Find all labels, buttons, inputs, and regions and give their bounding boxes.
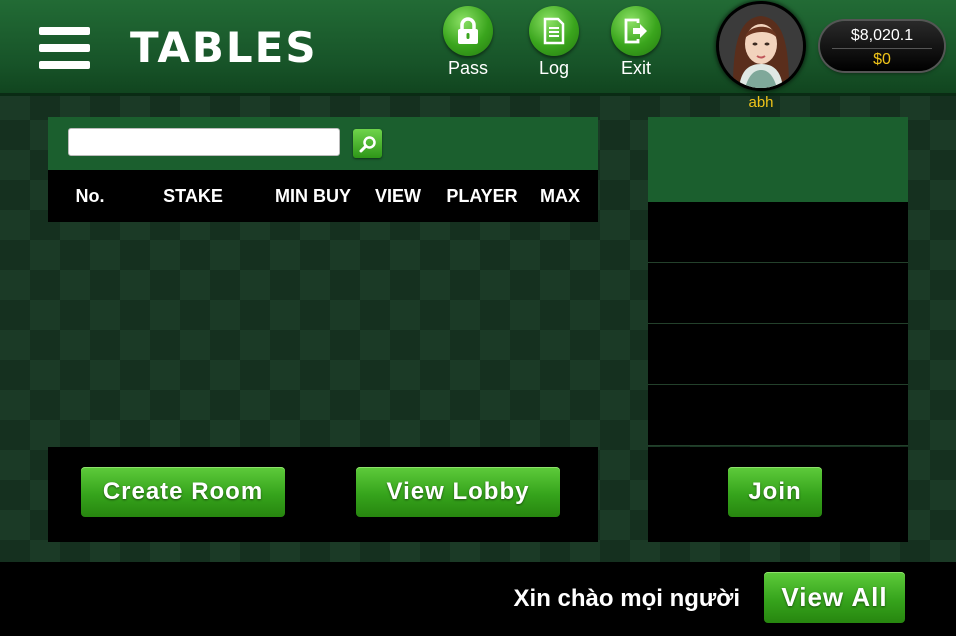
money-amount: $8,020.1 (850, 27, 914, 44)
player-panel-header (648, 117, 908, 202)
chips-amount: $0 (873, 51, 891, 68)
column-header-max[interactable]: MAX (532, 170, 588, 222)
column-header-no[interactable]: No. (48, 170, 132, 222)
create-room-button[interactable]: Create Room (81, 467, 285, 517)
search-input[interactable] (68, 128, 340, 156)
player-slot (648, 385, 908, 446)
footer-bar: Xin chào mọi người View All (0, 562, 956, 636)
table-header: No. STAKE MIN BUY VIEW PLAYER MAX (48, 170, 598, 222)
search-button[interactable] (353, 129, 382, 158)
table-list[interactable] (48, 222, 598, 446)
balance-display: $8,020.1 $0 (820, 21, 944, 71)
avatar[interactable] (719, 4, 803, 88)
pass-label: Pass (447, 58, 489, 78)
column-header-player[interactable]: PLAYER (442, 170, 522, 222)
balance-divider (832, 48, 932, 49)
pass-button[interactable]: Pass (438, 6, 498, 79)
player-slot (648, 324, 908, 385)
username: abh (748, 94, 774, 111)
menu-icon[interactable] (39, 27, 90, 69)
player-panel-actions: Join (648, 447, 908, 542)
top-bar: TABLES Pass Log Exit $8,020.1 $0 (0, 0, 956, 96)
view-lobby-button[interactable]: View Lobby (356, 467, 560, 517)
search-bar (48, 117, 598, 170)
search-icon (359, 135, 376, 152)
greeting-message: Xin chào mọi người (513, 585, 740, 612)
column-header-stake[interactable]: STAKE (148, 170, 238, 222)
join-button[interactable]: Join (728, 467, 822, 517)
view-all-button[interactable]: View All (764, 572, 905, 623)
exit-label: Exit (620, 58, 651, 78)
action-bar: Create Room View Lobby (48, 447, 598, 542)
column-header-min-buy[interactable]: MIN BUY (268, 170, 358, 222)
exit-icon (611, 6, 661, 56)
player-slot (648, 202, 908, 263)
log-label: Log (538, 58, 570, 78)
lock-icon (443, 6, 493, 56)
column-header-view[interactable]: VIEW (366, 170, 430, 222)
exit-button[interactable]: Exit (606, 6, 666, 79)
log-button[interactable]: Log (524, 6, 584, 79)
page-title: TABLES (130, 23, 318, 72)
player-slot (648, 263, 908, 324)
document-icon (529, 6, 579, 56)
